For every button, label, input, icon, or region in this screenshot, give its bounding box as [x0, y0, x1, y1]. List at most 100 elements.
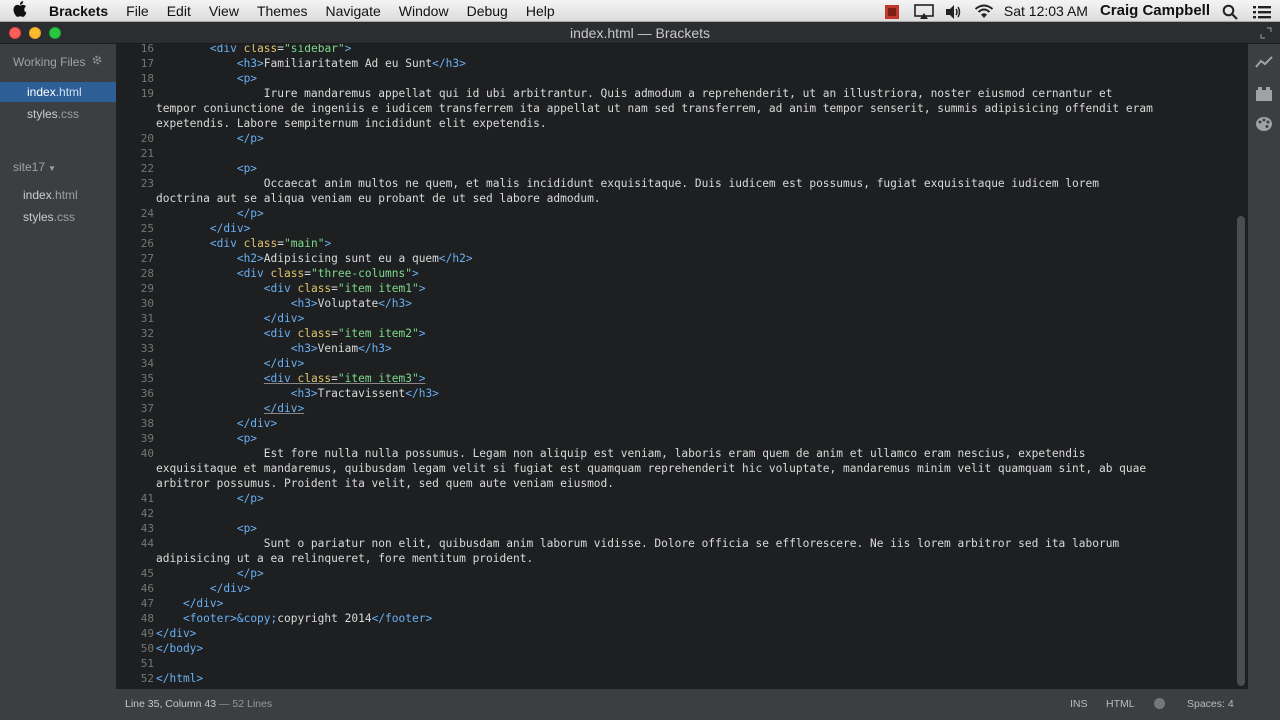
indent-settings[interactable]: Spaces: 4 [1187, 698, 1234, 710]
code-line[interactable]: </p> [156, 491, 264, 506]
project-file-index-html[interactable]: index.html [23, 185, 78, 205]
code-line[interactable]: tempor coniunctione de ingeniis e iudice… [156, 101, 1153, 116]
cursor-position[interactable]: Line 35, Column 43 — 52 Lines [125, 698, 272, 710]
line-number: 40 [140, 447, 154, 460]
line-number: 47 [140, 597, 154, 610]
code-line[interactable]: <div class="main"> [156, 236, 331, 251]
code-line[interactable]: adipisicing ut a ea relinqueret, fore me… [156, 551, 533, 566]
code-line[interactable]: Sunt o pariatur non elit, quibusdam anim… [156, 536, 1119, 551]
code-line[interactable]: </p> [156, 566, 264, 581]
code-line[interactable]: <p> [156, 71, 257, 86]
line-number: 52 [140, 672, 154, 685]
fullscreen-icon[interactable] [1260, 27, 1272, 39]
code-line[interactable]: Irure mandaremus appellat qui id ubi arb… [156, 86, 1113, 101]
line-number: 38 [140, 417, 154, 430]
search-icon[interactable] [1222, 4, 1240, 20]
menu-file[interactable]: File [117, 0, 158, 22]
code-line[interactable]: <div class="sidebar"> [156, 44, 352, 56]
code-line[interactable]: </p> [156, 131, 264, 146]
insert-mode-toggle[interactable]: INS [1070, 698, 1088, 710]
line-number: 25 [140, 222, 154, 235]
extension-manager-icon[interactable] [1255, 86, 1273, 104]
line-number: 18 [140, 72, 154, 85]
airplay-icon[interactable] [914, 3, 934, 19]
record-icon[interactable] [884, 4, 902, 19]
volume-icon[interactable] [944, 4, 962, 19]
code-line[interactable]: </div> [156, 221, 250, 236]
code-line[interactable]: </div> [156, 626, 196, 641]
line-number: 46 [140, 582, 154, 595]
code-line[interactable]: </div> [156, 596, 223, 611]
code-line[interactable]: <h3>Veniam</h3> [156, 341, 392, 356]
code-line[interactable]: </div> [156, 416, 277, 431]
linting-status-icon[interactable] [1154, 698, 1165, 709]
file-name: index [27, 85, 56, 99]
code-line[interactable]: <div class="item item2"> [156, 326, 426, 341]
code-line[interactable]: <div class="item item1"> [156, 281, 426, 296]
line-number: 17 [140, 57, 154, 70]
gear-icon[interactable] [91, 54, 103, 69]
project-name: site17 [13, 160, 46, 174]
line-number: 37 [140, 402, 154, 415]
working-files-header: Working Files [13, 55, 86, 69]
code-line[interactable]: <h3>Tractavissent</h3> [156, 386, 439, 401]
code-line[interactable]: <p> [156, 521, 257, 536]
project-dropdown[interactable]: site17 ▼ [13, 160, 56, 174]
code-line[interactable]: <div class="item item3"> [156, 371, 426, 386]
code-line[interactable]: arbitror possumus. Proident ita velit, s… [156, 476, 614, 491]
caret-down-icon: ▼ [48, 164, 56, 173]
working-file-index-html[interactable]: index.html [0, 82, 116, 102]
project-file-styles-css[interactable]: styles.css [23, 207, 75, 227]
menu-window[interactable]: Window [390, 0, 458, 22]
line-count: — 52 Lines [218, 698, 273, 710]
code-line[interactable]: Occaecat anim multos ne quem, et malis i… [156, 176, 1099, 191]
editor-scrollbar[interactable] [1234, 44, 1248, 689]
code-line[interactable]: doctrina aut se aliqua veniam eu probant… [156, 191, 601, 206]
language-selector[interactable]: HTML [1106, 698, 1135, 710]
code-line[interactable]: </div> [156, 311, 304, 326]
code-line[interactable]: <h2>Adipisicing sunt eu a quem</h2> [156, 251, 473, 266]
code-line[interactable]: </p> [156, 206, 264, 221]
code-line[interactable]: </html> [156, 671, 203, 686]
code-line[interactable]: <footer>&copy;copyright 2014</footer> [156, 611, 432, 626]
line-number: 21 [140, 147, 154, 160]
menubar-clock[interactable]: Sat 12:03 AM [1004, 3, 1088, 19]
line-number: 35 [140, 372, 154, 385]
code-line[interactable]: <h3>Familiaritatem Ad eu Sunt</h3> [156, 56, 466, 71]
menu-edit[interactable]: Edit [158, 0, 200, 22]
code-line[interactable]: <p> [156, 431, 257, 446]
working-file-styles-css[interactable]: styles.css [27, 104, 79, 124]
menu-debug[interactable]: Debug [458, 0, 517, 22]
line-number: 26 [140, 237, 154, 250]
code-line[interactable]: </div> [156, 356, 304, 371]
wifi-icon[interactable] [974, 4, 994, 18]
menu-themes[interactable]: Themes [248, 0, 317, 22]
code-line[interactable]: <p> [156, 161, 257, 176]
menu-app-name[interactable]: Brackets [40, 0, 117, 22]
code-line[interactable]: </div> [156, 401, 304, 416]
menu-navigate[interactable]: Navigate [317, 0, 390, 22]
code-editor[interactable]: 16 17 18 19 20 21 22 23 24 25 26 27 28 29 30 31 32 33 34 35… [116, 44, 1234, 689]
line-number: 29 [140, 282, 154, 295]
line-number: 43 [140, 522, 154, 535]
scrollbar-thumb[interactable] [1237, 216, 1245, 686]
file-extension: .css [53, 210, 76, 224]
code-line[interactable]: <div class="three-columns"> [156, 266, 419, 281]
code-line[interactable]: exquisitaque et mandaremus, quibusdam le… [156, 461, 1146, 476]
code-line[interactable]: expetendis. Labore sempiternum incididun… [156, 116, 547, 131]
line-number: 27 [140, 252, 154, 265]
list-icon[interactable] [1252, 4, 1271, 18]
line-number: 16 [140, 44, 154, 55]
menubar-user[interactable]: Craig Campbell [1100, 2, 1210, 19]
menu-help[interactable]: Help [517, 0, 564, 22]
theme-palette-icon[interactable] [1255, 116, 1273, 134]
code-line[interactable]: <h3>Voluptate</h3> [156, 296, 412, 311]
code-line[interactable]: Est fore nulla nulla possumus. Legam non… [156, 446, 1086, 461]
file-extension: .html [55, 85, 82, 99]
code-line[interactable]: </body> [156, 641, 203, 656]
apple-icon[interactable] [0, 0, 40, 21]
window-title: index.html — Brackets [569, 25, 711, 41]
live-preview-icon[interactable] [1255, 56, 1273, 74]
code-line[interactable]: </div> [156, 581, 250, 596]
menu-view[interactable]: View [200, 0, 248, 22]
